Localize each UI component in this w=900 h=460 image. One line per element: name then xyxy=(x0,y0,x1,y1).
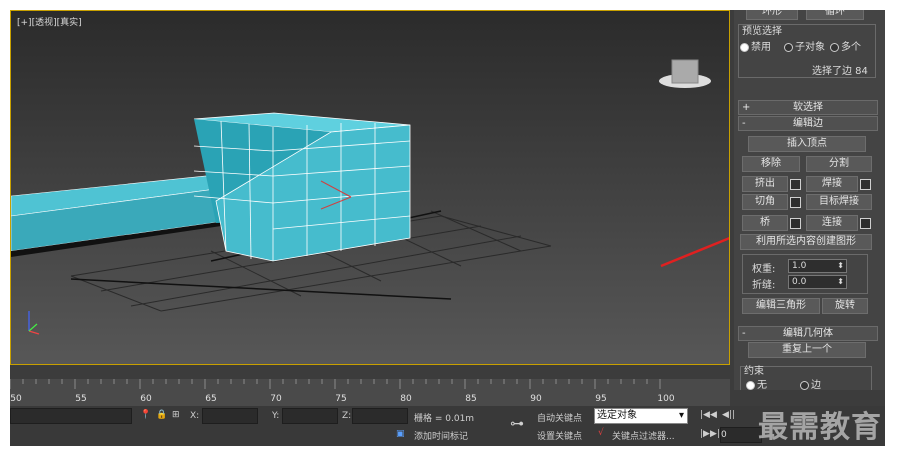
tick-label: 70 xyxy=(270,394,282,404)
key-filters-button[interactable]: 关键点过滤器... xyxy=(612,429,675,442)
prompt-field[interactable] xyxy=(10,408,132,424)
watermark: 最需教育 xyxy=(758,410,882,445)
key-icon[interactable]: ⊶ xyxy=(510,416,524,432)
key-curve-icon: √ xyxy=(598,428,604,438)
extrude-button[interactable]: 挤出 xyxy=(742,176,788,192)
crease-label: 折缝: xyxy=(752,280,776,291)
x-coordinate-field[interactable] xyxy=(202,408,258,424)
y-coordinate-field[interactable] xyxy=(282,408,338,424)
constraint-edge[interactable]: 边 xyxy=(800,376,821,390)
weld-settings-icon[interactable] xyxy=(860,179,871,190)
tick-label: 65 xyxy=(205,394,216,404)
insert-vertex-button[interactable]: 插入顶点 xyxy=(748,136,866,152)
grid-size: 栅格 = 0.01m xyxy=(414,414,475,424)
absolute-mode-icon[interactable]: ⊞ xyxy=(172,410,180,420)
bridge-button[interactable]: 桥 xyxy=(742,215,788,231)
perspective-viewport[interactable]: [+][透视][真实] xyxy=(10,10,730,365)
spinner-arrows-icon[interactable]: ⬍ xyxy=(837,276,844,288)
turn-button[interactable]: 旋转 xyxy=(822,298,868,314)
3dsmax-window: [+][透视][真实] 环形 循环 预览选择 禁用 子对象 多个 选择了边 84… xyxy=(10,10,885,446)
rollout-edit-geometry[interactable]: - 编辑几何体 xyxy=(738,326,878,341)
extrude-settings-icon[interactable] xyxy=(790,179,801,190)
tick-label: 55 xyxy=(75,394,86,404)
lock-icon[interactable]: 🔒 xyxy=(156,410,167,420)
y-label: Y: xyxy=(272,411,280,421)
ring-button[interactable]: 循环 xyxy=(806,10,864,20)
status-bar: 📍 🔒 ⊞ X: Y: Z: 栅格 = 0.01m ▣ 添加时间标记 ⊶ 自动关… xyxy=(10,406,885,446)
radio-icon xyxy=(830,42,839,52)
split-button[interactable]: 分割 xyxy=(806,156,872,172)
goto-start-icon[interactable]: |◀◀ xyxy=(700,410,717,420)
tick-label: 90 xyxy=(530,394,542,404)
bridge-settings-icon[interactable] xyxy=(790,218,801,229)
add-time-tag[interactable]: 添加时间标记 xyxy=(414,429,468,442)
viewcube xyxy=(659,59,711,88)
rollout-edit-edges[interactable]: - 编辑边 xyxy=(738,116,878,131)
remove-button[interactable]: 移除 xyxy=(742,156,800,172)
spinner-arrows-icon[interactable]: ⬍ xyxy=(837,260,844,272)
connect-settings-icon[interactable] xyxy=(860,218,871,229)
constraint-none[interactable]: 无 xyxy=(746,376,767,390)
selection-set-dropdown[interactable]: 选定对象 ▾ xyxy=(594,408,688,424)
tick-label: 95 xyxy=(595,394,606,404)
auto-key-button[interactable]: 自动关键点 xyxy=(537,411,582,424)
radio-icon xyxy=(800,380,809,390)
pin-icon[interactable]: 📍 xyxy=(140,410,151,420)
tick-label: 50 xyxy=(10,394,22,404)
weight-label: 权重: xyxy=(752,264,776,275)
timeline-ruler: 50 55 60 65 70 75 80 85 90 95 100 xyxy=(10,379,675,404)
create-shape-button[interactable]: 利用所选内容创建图形 xyxy=(740,234,872,250)
radio-icon xyxy=(746,380,755,390)
time-tag-icon[interactable]: ▣ xyxy=(396,429,405,439)
tick-label: 75 xyxy=(335,394,346,404)
set-key-button[interactable]: 设置关键点 xyxy=(537,429,582,442)
key-mode-icon[interactable]: |▶▶| xyxy=(700,429,720,439)
radio-icon xyxy=(784,42,793,52)
preview-option-subobject[interactable]: 子对象 xyxy=(784,38,825,53)
radio-icon xyxy=(740,42,749,52)
constraints-title: 约束 xyxy=(744,366,764,377)
rollout-soft-selection[interactable]: + 软选择 xyxy=(738,100,878,115)
z-coordinate-field[interactable] xyxy=(352,408,408,424)
weld-button[interactable]: 焊接 xyxy=(806,176,858,192)
tick-label: 60 xyxy=(140,394,152,404)
tick-label: 100 xyxy=(657,394,674,404)
tick-label: 85 xyxy=(465,394,476,404)
timeline[interactable]: 50 55 60 65 70 75 80 85 90 95 100 xyxy=(10,379,730,406)
chamfer-settings-icon[interactable] xyxy=(790,197,801,208)
prev-frame-icon[interactable]: ◀|| xyxy=(722,410,735,420)
crease-spinner[interactable]: 0.0 ⬍ xyxy=(788,275,847,289)
x-label: X: xyxy=(190,411,200,421)
loop-button[interactable]: 环形 xyxy=(746,10,798,20)
preview-option-multiple[interactable]: 多个 xyxy=(830,38,861,53)
weight-spinner[interactable]: 1.0 ⬍ xyxy=(788,259,847,273)
selection-status: 选择了边 84 xyxy=(812,66,868,77)
chamfer-button[interactable]: 切角 xyxy=(742,194,788,210)
annotation-arrow xyxy=(660,236,729,268)
current-frame-field[interactable]: 0 xyxy=(720,427,762,443)
connect-button[interactable]: 连接 xyxy=(806,215,858,231)
command-panel: 环形 循环 预览选择 禁用 子对象 多个 选择了边 84 + 软选择 - 编辑边 插… xyxy=(734,10,885,390)
preview-selection-title: 预览选择 xyxy=(742,26,782,37)
viewport-scene xyxy=(11,59,729,335)
tick-label: 80 xyxy=(400,394,412,404)
z-label: Z: xyxy=(342,411,352,421)
repeat-last-button[interactable]: 重复上一个 xyxy=(748,342,866,358)
preview-option-disabled[interactable]: 禁用 xyxy=(740,38,771,53)
chevron-down-icon: ▾ xyxy=(678,410,684,421)
edit-triangles-button[interactable]: 编辑三角形 xyxy=(742,298,820,314)
target-weld-button[interactable]: 目标焊接 xyxy=(806,194,872,210)
